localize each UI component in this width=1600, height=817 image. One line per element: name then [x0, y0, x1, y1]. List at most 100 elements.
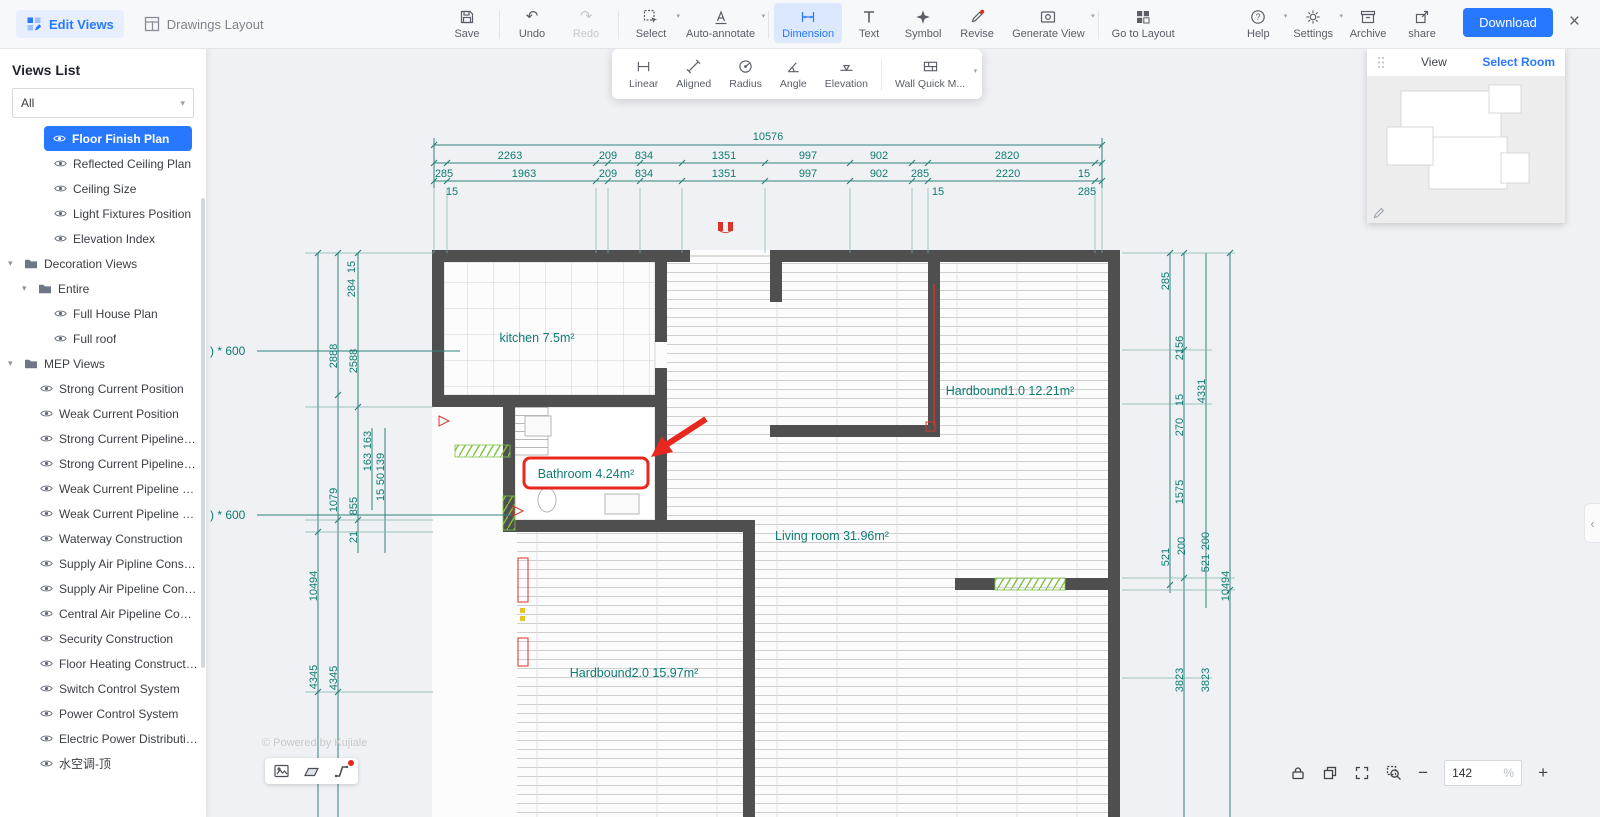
go-to-layout-button[interactable]: Go to Layout: [1104, 3, 1183, 43]
material-board-button[interactable]: [273, 763, 290, 779]
sidebar-item-security-construction[interactable]: Security Construction: [0, 626, 206, 651]
sidebar-item-strong-current-position[interactable]: Strong Current Position: [0, 376, 206, 401]
dimension-button[interactable]: Dimension: [774, 3, 842, 43]
sidebar-scrollbar[interactable]: [201, 198, 205, 668]
sidebar-folder-decoration-views[interactable]: ▾ Decoration Views: [0, 251, 206, 276]
views-filter-dropdown[interactable]: All ▾: [12, 88, 194, 118]
zoom-area-icon[interactable]: [1386, 765, 1402, 781]
sidebar-item-water-ac-ceiling[interactable]: 水空调-顶: [0, 751, 206, 776]
drawing-canvas[interactable]: 10576 2263 209 834 1351 997 902 2820 285…: [207, 48, 1600, 817]
view-label: Strong Current Pipeline C...: [59, 432, 198, 446]
archive-label: Archive: [1350, 28, 1387, 40]
generate-view-button[interactable]: Generate View ▾: [1004, 3, 1093, 43]
angle-dimension-button[interactable]: Angle: [771, 55, 816, 93]
sidebar-item-floor-heating-construction[interactable]: Floor Heating Construction: [0, 651, 206, 676]
lock-icon[interactable]: [1290, 765, 1306, 781]
chevron-down-icon: ▾: [762, 12, 766, 20]
undo-label: Undo: [519, 28, 545, 40]
sidebar-item-power-control-system[interactable]: Power Control System: [0, 701, 206, 726]
zoom-level-input[interactable]: 142 %: [1444, 760, 1522, 786]
view-label: Floor Heating Construction: [59, 657, 198, 671]
sidebar-folder-entire[interactable]: ▾ Entire: [0, 276, 206, 301]
tab-select-room[interactable]: Select Room: [1482, 55, 1555, 69]
revise-button[interactable]: Revise: [950, 3, 1004, 43]
dimension-label: Dimension: [782, 28, 834, 40]
wall-quick-measure-button[interactable]: Wall Quick M... ▾: [886, 55, 974, 93]
sidebar-item-ceiling-size[interactable]: Ceiling Size: [0, 176, 206, 201]
view-label: Supply Air Pipeline Constr...: [59, 582, 198, 596]
share-button[interactable]: share: [1395, 3, 1449, 43]
sidebar-folder-mep-views[interactable]: ▾ MEP Views: [0, 351, 206, 376]
dim-label: 902: [870, 150, 888, 162]
room-label-hardbound1: Hardbound1.0 12.21m²: [946, 384, 1075, 398]
sidebar-item-waterway-construction[interactable]: Waterway Construction: [0, 526, 206, 551]
sidebar-item-full-roof[interactable]: Full roof: [0, 326, 206, 351]
edit-views-tab[interactable]: Edit Views: [16, 10, 124, 38]
zoom-out-button[interactable]: −: [1418, 765, 1428, 781]
sidebar-item-strong-current-pipeline-2[interactable]: Strong Current Pipeline C...: [0, 451, 206, 476]
dim-label: 1079: [328, 488, 340, 512]
sidebar-item-full-house-plan[interactable]: Full House Plan: [0, 301, 206, 326]
view-icon: [54, 157, 67, 170]
room-label-bathroom: Bathroom 4.24m²: [538, 467, 635, 481]
view-icon: [40, 757, 53, 770]
sidebar-item-weak-current-pipeline-1[interactable]: Weak Current Pipeline co...: [0, 476, 206, 501]
sidebar-item-central-air-pipeline[interactable]: Central Air Pipeline Constr...: [0, 601, 206, 626]
minimap-header: View Select Room: [1367, 48, 1565, 77]
sidebar-item-electric-power-distribution[interactable]: Electric Power Distribution: [0, 726, 206, 751]
symbol-button[interactable]: Symbol: [896, 3, 950, 43]
tab-view[interactable]: View: [1421, 55, 1447, 69]
download-button[interactable]: Download: [1463, 8, 1553, 37]
zoom-controls: − 142 % +: [1290, 760, 1548, 786]
sidebar-item-strong-current-pipeline-1[interactable]: Strong Current Pipeline C...: [0, 426, 206, 451]
fit-screen-icon[interactable]: [1354, 765, 1370, 781]
sidebar-item-weak-current-pipeline-2[interactable]: Weak Current Pipeline Co...: [0, 501, 206, 526]
dim-label: 139: [375, 453, 387, 471]
sidebar-item-switch-control-system[interactable]: Switch Control System: [0, 676, 206, 701]
view-label: Strong Current Position: [59, 382, 184, 396]
floor-fill-button[interactable]: [303, 763, 320, 779]
room-label-kitchen: kitchen 7.5m²: [499, 331, 574, 345]
auto-annotate-button[interactable]: Auto-annotate ▾: [678, 3, 763, 43]
redo-button[interactable]: ↷ Redo: [559, 3, 613, 43]
sidebar-item-supply-air-pipeline-1[interactable]: Supply Air Pipline Constru...: [0, 551, 206, 576]
radius-dimension-button[interactable]: Radius: [720, 55, 771, 93]
sidebar-item-floor-finish-plan[interactable]: Floor Finish Plan: [44, 126, 192, 151]
text-button[interactable]: Text: [842, 3, 896, 43]
aligned-dimension-button[interactable]: Aligned: [667, 55, 720, 93]
save-button[interactable]: Save: [440, 3, 494, 43]
view-label: Power Control System: [59, 707, 178, 721]
help-button[interactable]: ? Help ▾: [1231, 3, 1285, 43]
revise-label: Revise: [960, 28, 994, 40]
zoom-in-button[interactable]: +: [1538, 765, 1548, 781]
linear-dimension-button[interactable]: Linear: [620, 55, 667, 93]
elevation-dimension-button[interactable]: Elevation: [816, 55, 877, 93]
select-button[interactable]: Select ▾: [624, 3, 678, 43]
drawings-layout-tab[interactable]: Drawings Layout: [144, 16, 264, 32]
dim-label: 2263: [498, 150, 522, 162]
duplicate-view-icon[interactable]: [1322, 765, 1338, 781]
sidebar-item-light-fixtures-position[interactable]: Light Fixtures Position: [0, 201, 206, 226]
collapse-panel-button[interactable]: ‹: [1584, 503, 1600, 543]
views-list-title: Views List: [0, 48, 206, 88]
dimension-submenu: Linear Aligned Radius Angle Elevation Wa…: [612, 49, 982, 99]
close-icon[interactable]: ×: [1561, 11, 1588, 33]
view-icon: [40, 607, 53, 620]
minimap-viewport[interactable]: [1367, 77, 1565, 223]
undo-button[interactable]: ↶ Undo: [505, 3, 559, 43]
sidebar-item-weak-current-position[interactable]: Weak Current Position: [0, 401, 206, 426]
minimap-panel: View Select Room: [1367, 48, 1565, 223]
drag-handle-icon[interactable]: [1377, 56, 1385, 69]
dimension-icon: [800, 9, 816, 25]
symbol-icon: [915, 9, 931, 25]
sidebar-item-reflected-ceiling-plan[interactable]: Reflected Ceiling Plan: [0, 151, 206, 176]
settings-button[interactable]: Settings ▾: [1285, 3, 1341, 43]
pipeline-tool-button[interactable]: [333, 763, 350, 779]
sidebar-item-elevation-index[interactable]: Elevation Index: [0, 226, 206, 251]
sidebar-item-supply-air-pipeline-2[interactable]: Supply Air Pipeline Constr...: [0, 576, 206, 601]
archive-button[interactable]: Archive: [1341, 3, 1395, 43]
hall-floor: [667, 262, 928, 430]
tile-size-label: ) * 600: [210, 344, 246, 358]
minimap-pencil-icon[interactable]: [1372, 207, 1385, 220]
view-icon: [40, 382, 53, 395]
